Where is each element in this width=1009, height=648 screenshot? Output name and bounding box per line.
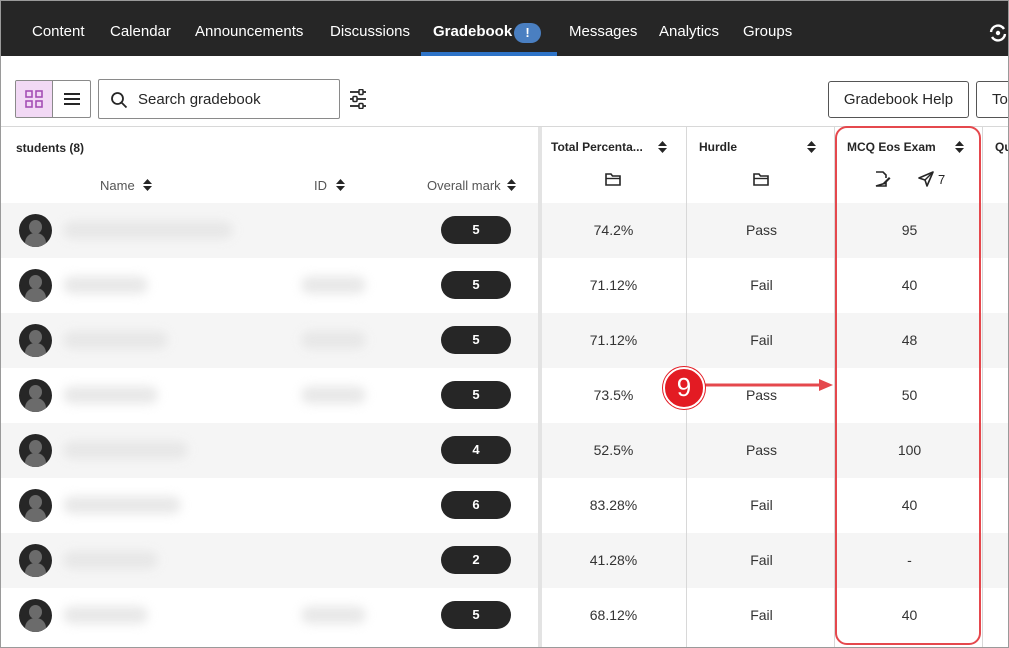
total-percentage-cell[interactable]: 83.28% xyxy=(541,497,686,513)
list-view-icon xyxy=(63,93,80,105)
avatar xyxy=(19,599,52,632)
column-divider xyxy=(982,127,983,647)
avatar xyxy=(19,379,52,412)
overall-mark-pill[interactable]: 5 xyxy=(441,381,511,409)
grid-view-icon xyxy=(25,90,43,108)
nav-tab-calendar[interactable]: Calendar xyxy=(110,1,171,56)
overflow-toolbar-button[interactable]: To xyxy=(976,81,1008,118)
hurdle-cell[interactable]: Pass xyxy=(689,222,834,238)
course-navigation-bar: Content Calendar Announcements Discussio… xyxy=(1,1,1009,56)
redacted-student-info xyxy=(301,331,366,349)
search-input[interactable] xyxy=(138,88,333,110)
redacted-student-info xyxy=(63,331,168,349)
folder-icon xyxy=(605,173,621,186)
overall-mark-pill[interactable]: 5 xyxy=(441,601,511,629)
avatar xyxy=(19,489,52,522)
search-box xyxy=(98,79,340,119)
total-percentage-cell[interactable]: 74.2% xyxy=(541,222,686,238)
hurdle-cell[interactable]: Fail xyxy=(689,552,834,568)
total-percentage-cell[interactable]: 41.28% xyxy=(541,552,686,568)
nav-tab-messages[interactable]: Messages xyxy=(569,1,637,56)
hurdle-cell[interactable]: Fail xyxy=(689,497,834,513)
overall-mark-pill[interactable]: 4 xyxy=(441,436,511,464)
nav-tab-content[interactable]: Content xyxy=(32,1,85,56)
nav-tab-announcements[interactable]: Announcements xyxy=(195,1,303,56)
sort-icon[interactable] xyxy=(143,179,152,191)
redacted-student-info xyxy=(63,496,181,514)
gradebook-alert-badge: ! xyxy=(514,23,541,43)
nav-tab-groups[interactable]: Groups xyxy=(743,1,792,56)
total-percentage-cell[interactable]: 71.12% xyxy=(541,332,686,348)
frozen-column-divider xyxy=(538,127,542,647)
folder-icon xyxy=(753,173,769,186)
truncated-column-header[interactable]: Qu xyxy=(995,140,1008,154)
grid-view-button[interactable] xyxy=(16,81,53,117)
avatar xyxy=(19,544,52,577)
redacted-student-info xyxy=(301,386,366,404)
overall-mark-pill[interactable]: 5 xyxy=(441,271,511,299)
overall-mark-column-header[interactable]: Overall mark xyxy=(427,178,501,193)
sort-icon[interactable] xyxy=(807,141,816,153)
overall-mark-pill[interactable]: 6 xyxy=(441,491,511,519)
nav-tab-analytics[interactable]: Analytics xyxy=(659,1,719,56)
overall-mark-pill[interactable]: 5 xyxy=(441,326,511,354)
list-view-button[interactable] xyxy=(53,81,90,117)
filter-settings-icon[interactable] xyxy=(349,89,367,109)
total-percentage-cell[interactable]: 52.5% xyxy=(541,442,686,458)
total-percentage-cell[interactable]: 71.12% xyxy=(541,277,686,293)
active-tab-indicator xyxy=(421,52,557,56)
callout-arrow-icon xyxy=(703,379,833,391)
hurdle-cell[interactable]: Fail xyxy=(689,277,834,293)
redacted-student-info xyxy=(301,606,366,624)
sort-icon[interactable] xyxy=(507,179,516,191)
gradebook-help-button[interactable]: Gradebook Help xyxy=(828,81,969,118)
avatar xyxy=(19,214,52,247)
hurdle-cell[interactable]: Pass xyxy=(689,442,834,458)
redacted-student-info xyxy=(63,276,148,294)
sync-icon[interactable] xyxy=(987,22,1009,44)
search-icon xyxy=(111,92,128,109)
highlight-box xyxy=(835,126,981,645)
students-count-header: students (8) xyxy=(16,141,85,155)
redacted-student-info xyxy=(63,386,158,404)
total-percentage-column-header[interactable]: Total Percenta... xyxy=(551,140,651,154)
avatar xyxy=(19,269,52,302)
sort-icon[interactable] xyxy=(658,141,667,153)
avatar xyxy=(19,324,52,357)
redacted-student-info xyxy=(63,551,158,569)
hurdle-cell[interactable]: Fail xyxy=(689,332,834,348)
redacted-student-info xyxy=(63,606,148,624)
avatar xyxy=(19,434,52,467)
nav-tab-gradebook[interactable]: Gradebook xyxy=(433,1,512,56)
hurdle-column-header[interactable]: Hurdle xyxy=(699,140,737,154)
hurdle-cell[interactable]: Fail xyxy=(689,607,834,623)
name-column-header[interactable]: Name xyxy=(100,178,135,193)
callout-number-badge: 9 xyxy=(663,367,705,409)
id-column-header[interactable]: ID xyxy=(314,178,327,193)
overall-mark-pill[interactable]: 2 xyxy=(441,546,511,574)
nav-tab-discussions[interactable]: Discussions xyxy=(330,1,410,56)
overall-mark-pill[interactable]: 5 xyxy=(441,216,511,244)
gradebook-window: Content Calendar Announcements Discussio… xyxy=(0,0,1009,648)
redacted-student-info xyxy=(63,221,233,239)
redacted-student-info xyxy=(301,276,366,294)
total-percentage-cell[interactable]: 68.12% xyxy=(541,607,686,623)
view-mode-toggle xyxy=(15,80,91,118)
redacted-student-info xyxy=(63,441,188,459)
sort-icon[interactable] xyxy=(336,179,345,191)
